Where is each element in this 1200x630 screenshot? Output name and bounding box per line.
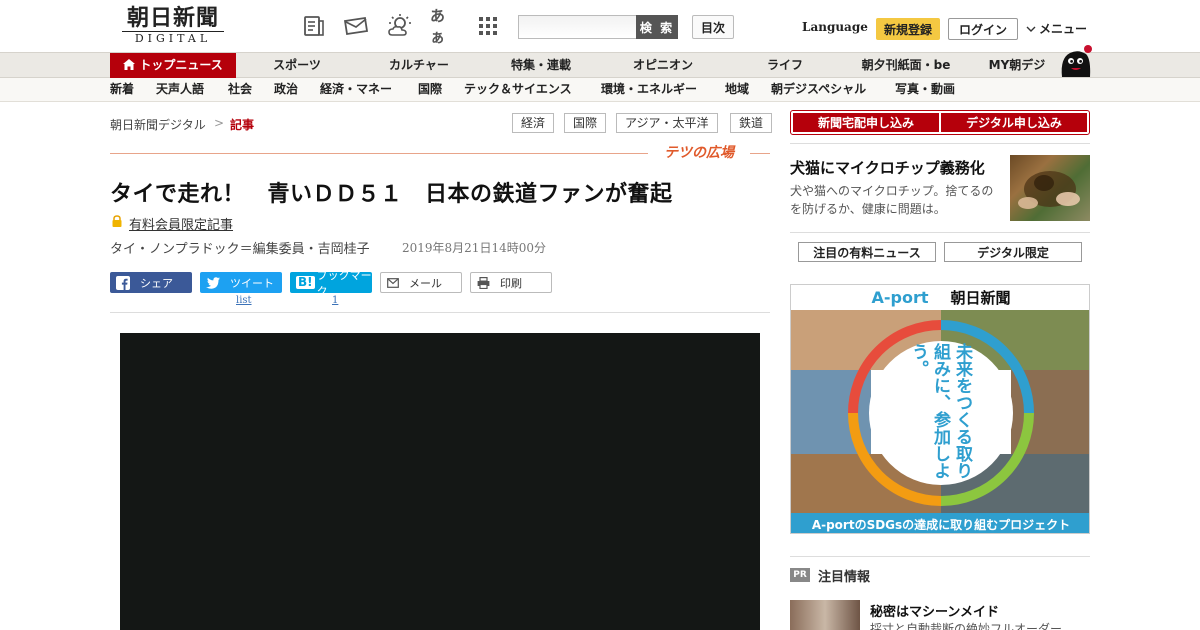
print-button[interactable]: 印刷 — [470, 272, 552, 293]
subnav-item-new[interactable]: 新着 — [110, 78, 134, 101]
twitter-count-link[interactable]: list — [236, 295, 252, 306]
ad-header: A-port 朝日新聞 — [791, 285, 1089, 310]
hatena-count-link[interactable]: 1 — [332, 295, 338, 306]
nav-item-features[interactable]: 特集・連載 — [496, 53, 586, 78]
newspaper-icon[interactable] — [300, 12, 328, 40]
tag-asia-pacific[interactable]: アジア・太平洋 — [616, 113, 718, 133]
logo-en: DIGITAL — [122, 31, 224, 46]
mail-share-label: メール — [409, 276, 442, 290]
hatena-bookmark-button[interactable]: B! ブックマーク — [290, 269, 372, 298]
lock-icon — [112, 215, 122, 227]
subnav-item-tensei[interactable]: 天声人語 — [156, 78, 204, 101]
subnav-item-economy[interactable]: 経済・マネー — [320, 78, 392, 101]
nav-item-my-asadigi[interactable]: MY朝デジ — [980, 53, 1054, 78]
envelope-icon — [387, 277, 399, 288]
subnav-item-special[interactable]: 朝デジスペシャル — [771, 78, 866, 101]
signup-button[interactable]: 新規登録 — [876, 18, 940, 40]
pr-section-title: 注目情報 — [818, 570, 871, 585]
ad-brand: A-port — [871, 288, 929, 307]
sidebar-divider — [790, 232, 1090, 233]
tag-railway[interactable]: 鉄道 — [730, 113, 773, 133]
hatena-bookmark-label: ブックマーク — [316, 268, 372, 298]
twitter-icon — [206, 276, 220, 289]
subscribe-buttons: 新聞宅配申し込み デジタル申し込み — [790, 110, 1090, 135]
sub-nav: 新着 天声人語 社会 政治 経済・マネー 国際 テック＆サイエンス 環境・エネル… — [0, 78, 1200, 102]
sidebar-divider — [790, 143, 1090, 144]
mail-share-button[interactable]: メール — [380, 272, 462, 293]
subnav-item-region[interactable]: 地域 — [725, 78, 749, 101]
logo-jp: 朝日新聞 — [126, 5, 219, 31]
hatena-icon: B! — [296, 275, 315, 289]
printer-icon — [477, 276, 490, 289]
tag-economy[interactable]: 経済 — [512, 113, 555, 133]
font-size-icon[interactable]: あぁ — [430, 7, 458, 46]
article-divider — [110, 312, 770, 313]
print-label: 印刷 — [500, 276, 522, 290]
facebook-share-button[interactable]: シェア — [110, 272, 192, 293]
article-byline: タイ・ノンプラドック＝編集委員・吉岡桂子 — [110, 242, 370, 257]
pr-item-title[interactable]: 秘密はマシーンメイド — [870, 601, 999, 620]
home-icon — [123, 54, 136, 79]
facebook-share-label: シェア — [140, 276, 173, 290]
aport-ad-banner[interactable]: A-port 朝日新聞 未来をつくる取り組みに、参加しよう。 A-portのSD… — [790, 284, 1090, 534]
tab-digital-only[interactable]: デジタル限定 — [944, 242, 1082, 262]
nav-item-top-news[interactable]: トップニュース — [110, 53, 236, 78]
toc-button[interactable]: 目次 — [692, 15, 734, 39]
search-input[interactable] — [518, 15, 638, 39]
corner-name[interactable]: テツの広場 — [648, 144, 750, 162]
facebook-icon — [116, 275, 130, 290]
main-nav: トップニュース スポーツ カルチャー 特集・連載 オピニオン ライフ 朝夕刊紙面… — [0, 52, 1200, 78]
nav-item-life[interactable]: ライフ — [750, 53, 820, 78]
ad-caption: A-portのSDGsの達成に取り組むプロジェクト — [791, 513, 1089, 533]
breadcrumb-separator: > — [214, 116, 225, 130]
feature-desc: 犬や猫へのマイクロチップ。捨てるのを防げるか、健康に問題は。 — [790, 184, 994, 216]
menu-label: メニュー — [1039, 22, 1088, 36]
subnav-item-environment[interactable]: 環境・エネルギー — [601, 78, 697, 101]
nav-item-culture[interactable]: カルチャー — [374, 53, 464, 78]
pr-badge: PR — [790, 568, 810, 582]
article-title: タイで走れ！ 青いＤＤ５１ 日本の鉄道ファンが奮起 — [110, 182, 673, 207]
nav-item-label: トップニュース — [139, 58, 223, 72]
nav-item-paper[interactable]: 朝夕刊紙面・be — [850, 53, 962, 78]
weather-icon[interactable] — [386, 12, 414, 40]
subnav-item-international[interactable]: 国際 — [418, 78, 442, 101]
site-header: 朝日新聞 DIGITAL あぁ 検 索 目次 Language 新規登録 ログイ… — [0, 0, 1200, 52]
grid-icon[interactable] — [474, 12, 502, 40]
ad-partner: 朝日新聞 — [950, 289, 1011, 307]
login-button[interactable]: ログイン — [948, 18, 1018, 40]
twitter-share-label: ツイート — [230, 276, 274, 290]
article-date: 2019年8月21日14時00分 — [402, 241, 546, 255]
member-only-label[interactable]: 有料会員限定記事 — [129, 214, 233, 233]
language-link[interactable]: Language — [802, 20, 868, 34]
mascot-icon — [1061, 45, 1092, 77]
pr-item-desc: 採寸と自動裁断の絶妙フルオーダー — [870, 622, 1063, 630]
mail-icon[interactable] — [342, 12, 370, 40]
menu-button[interactable]: メニュー — [1026, 20, 1087, 37]
pr-thumbnail[interactable] — [790, 600, 860, 630]
subnav-item-society[interactable]: 社会 — [228, 78, 252, 101]
video-player[interactable] — [120, 333, 760, 630]
search-button[interactable]: 検 索 — [636, 15, 678, 39]
nav-item-sports[interactable]: スポーツ — [256, 53, 338, 78]
twitter-share-button[interactable]: ツイート — [200, 272, 282, 293]
nav-item-opinion[interactable]: オピニオン — [618, 53, 708, 78]
subnav-item-photo[interactable]: 写真・動画 — [895, 78, 955, 101]
ad-slogan: 未来をつくる取り組みに、参加しよう。 — [909, 343, 972, 479]
breadcrumb-home[interactable]: 朝日新聞デジタル — [110, 116, 206, 133]
chevron-down-icon — [1026, 26, 1036, 32]
breadcrumb-current: 記事 — [230, 118, 255, 132]
subscribe-digital-button[interactable]: デジタル申し込み — [941, 113, 1087, 132]
subnav-item-politics[interactable]: 政治 — [274, 78, 298, 101]
subnav-item-tech[interactable]: テック＆サイエンス — [464, 78, 572, 101]
feature-title[interactable]: 犬猫にマイクロチップ義務化 — [790, 157, 985, 178]
tag-international[interactable]: 国際 — [564, 113, 607, 133]
sidebar-divider — [790, 556, 1090, 557]
feature-thumbnail[interactable] — [1010, 155, 1090, 221]
tab-paid-news[interactable]: 注目の有料ニュース — [798, 242, 936, 262]
site-logo[interactable]: 朝日新聞 DIGITAL — [118, 6, 228, 46]
subscribe-paper-button[interactable]: 新聞宅配申し込み — [793, 113, 939, 132]
